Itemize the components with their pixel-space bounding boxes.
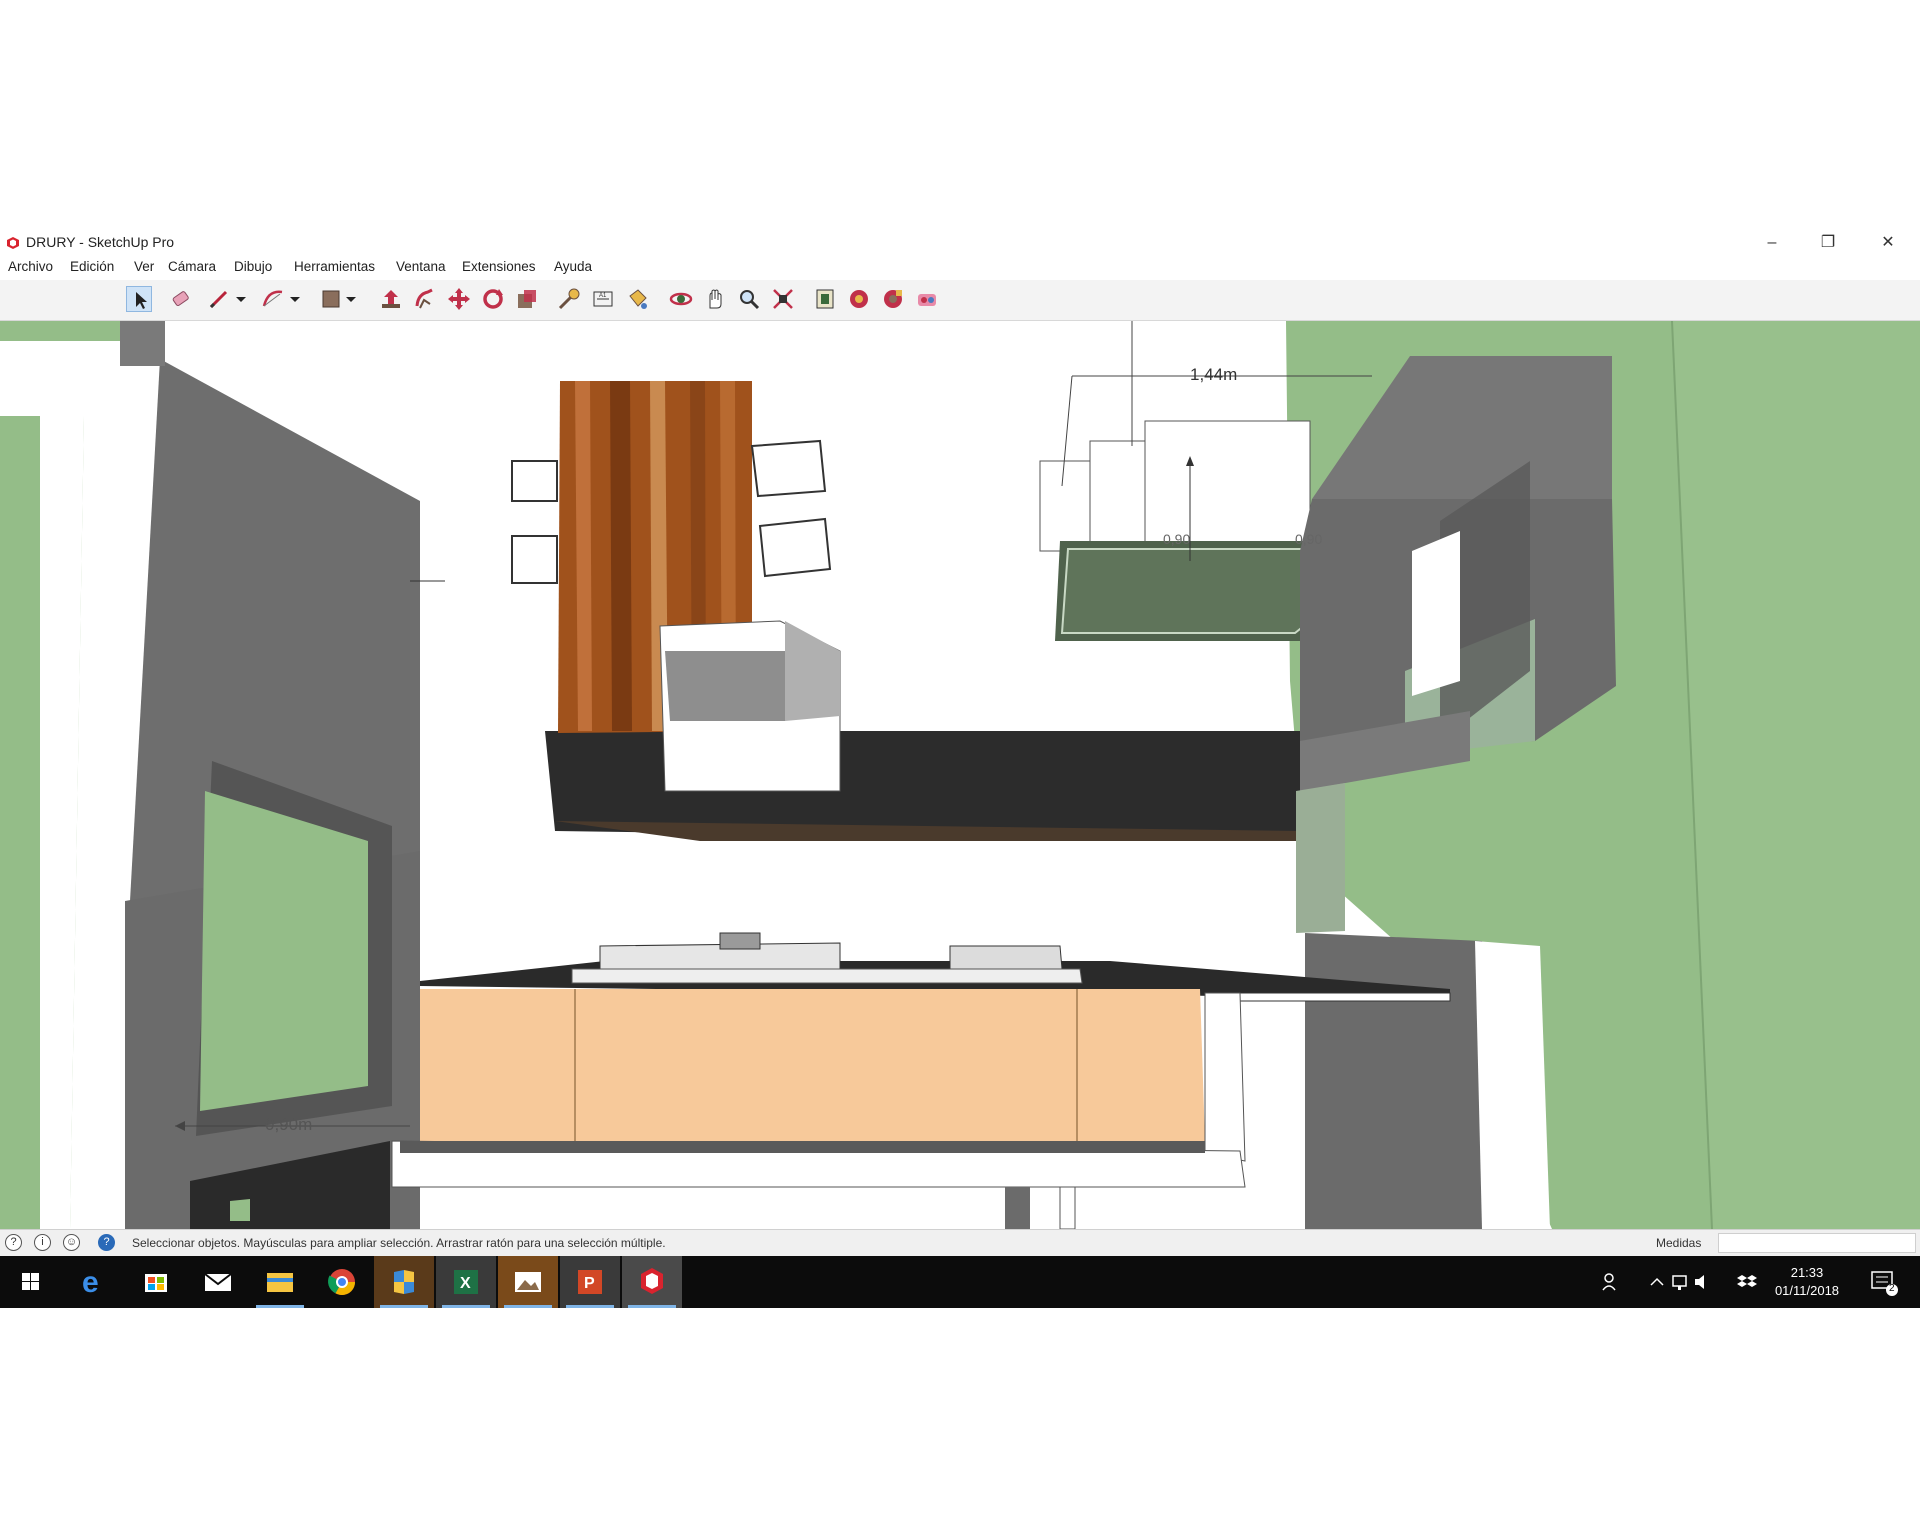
sketchup-app-icon [7,237,19,249]
clock-date: 01/11/2018 [1774,1283,1840,1298]
model-viewport[interactable]: 1,44m 0,90m 0,90 0,90 Ac Ve a [0,321,1920,1229]
geo-location-icon[interactable]: ? [5,1234,22,1251]
dimension-label-hidden-1: 0,90 [1163,531,1191,547]
menu-dibujo[interactable]: Dibujo [234,259,272,274]
menu-archivo[interactable]: Archivo [8,259,53,274]
svg-text:e: e [82,1266,99,1299]
layout-icon[interactable] [880,286,906,312]
activation-watermark-line2: Ve a [1512,1169,1541,1185]
measurements-input[interactable] [1718,1233,1916,1253]
network-icon[interactable] [1670,1256,1690,1308]
credits-icon[interactable]: i [34,1234,51,1251]
system-clock[interactable]: 21:33 01/11/2018 [1762,1264,1852,1300]
instructor-help-icon[interactable]: ? [98,1234,115,1251]
chevron-up-icon[interactable] [1648,1256,1666,1308]
window-title: DRURY - SketchUp Pro [26,234,175,250]
3d-warehouse-icon[interactable] [812,286,838,312]
arc-dropdown-icon[interactable] [288,286,302,312]
scale-icon[interactable] [514,286,540,312]
people-icon[interactable] [1600,1256,1622,1308]
status-bar: ? i ☺ ? Seleccionar objetos. Mayúsculas … [0,1229,1920,1256]
dimension-icon[interactable]: A1 [590,286,616,312]
extension-warehouse-icon[interactable] [846,286,872,312]
excel-icon[interactable]: X [436,1256,496,1308]
measurements-label: Medidas [1656,1236,1702,1250]
svg-text:A1: A1 [599,293,607,299]
orbit-icon[interactable] [668,286,694,312]
arc-icon[interactable] [260,286,286,312]
menu-edicion[interactable]: Edición [70,259,114,274]
activation-watermark-line1: Ac [1512,1133,1543,1163]
security-running-indicator [380,1305,428,1308]
notification-count: 2 [1889,1283,1895,1294]
paint-bucket-icon[interactable] [624,286,650,312]
pencil-line-icon[interactable] [206,286,232,312]
menu-herramientas[interactable]: Herramientas [294,259,375,274]
store-icon[interactable] [126,1256,186,1308]
svg-text:X: X [460,1275,471,1292]
eraser-icon[interactable] [168,286,194,312]
powerpoint-icon[interactable]: P [560,1256,620,1308]
sketchup-window: DRURY - SketchUp Pro – ❐ ✕ Archivo Edici… [0,230,1920,1308]
maximize-button[interactable]: ❐ [1800,230,1856,256]
menu-ver[interactable]: Ver [134,259,154,274]
kitchen-3d-scene [0,321,1920,1229]
svg-text:P: P [584,1275,595,1292]
dimension-label-hidden-2: 0,90 [1295,531,1323,547]
rotate-icon[interactable] [480,286,506,312]
action-center-icon[interactable]: 2 [1866,1256,1902,1308]
menu-bar: Archivo Edición Ver Cámara Dibujo Herram… [0,256,1920,278]
volume-icon[interactable] [1692,1256,1712,1308]
menu-ventana[interactable]: Ventana [396,259,446,274]
extension-manager-icon[interactable] [914,286,940,312]
shape-dropdown-icon[interactable] [344,286,358,312]
line-dropdown-icon[interactable] [234,286,248,312]
dimension-label-depth[interactable]: 0,90m [265,1115,312,1135]
select-tool-icon[interactable] [126,286,152,312]
menu-camara[interactable]: Cámara [168,259,216,274]
tape-measure-icon[interactable] [556,286,582,312]
photos-running-indicator [504,1305,552,1308]
edge-browser-icon[interactable]: e [64,1256,124,1308]
dimension-label-width[interactable]: 1,44m [1190,365,1237,385]
move-icon[interactable] [446,286,472,312]
chrome-icon[interactable] [312,1256,372,1308]
title-bar: DRURY - SketchUp Pro – ❐ ✕ [0,230,1920,256]
file-explorer-icon[interactable] [250,1256,310,1308]
toolbar: A1 [0,280,1920,321]
start-button[interactable] [0,1256,60,1308]
zoom-extents-icon[interactable] [770,286,796,312]
windows-security-icon[interactable] [374,1256,434,1308]
menu-extensiones[interactable]: Extensiones [462,259,536,274]
zoom-icon[interactable] [736,286,762,312]
windows-taskbar: e X P 21:33 01/11/2018 2 [0,1256,1920,1308]
close-button[interactable]: ✕ [1860,230,1916,256]
dropbox-icon[interactable] [1736,1256,1758,1308]
powerpoint-running-indicator [566,1305,614,1308]
rectangle-shape-icon[interactable] [318,286,344,312]
minimize-button[interactable]: – [1744,230,1800,256]
status-message: Seleccionar objetos. Mayúsculas para amp… [132,1236,666,1250]
push-pull-icon[interactable] [378,286,404,312]
explorer-running-indicator [256,1305,304,1308]
clock-time: 21:33 [1790,1265,1824,1280]
excel-running-indicator [442,1305,490,1308]
mail-icon[interactable] [188,1256,248,1308]
follow-me-icon[interactable] [412,286,438,312]
user-account-icon[interactable]: ☺ [63,1234,80,1251]
sketchup-taskbar-icon[interactable] [622,1256,682,1308]
menu-ayuda[interactable]: Ayuda [554,259,592,274]
photos-icon[interactable] [498,1256,558,1308]
sketchup-running-indicator [628,1305,676,1308]
pan-icon[interactable] [702,286,728,312]
